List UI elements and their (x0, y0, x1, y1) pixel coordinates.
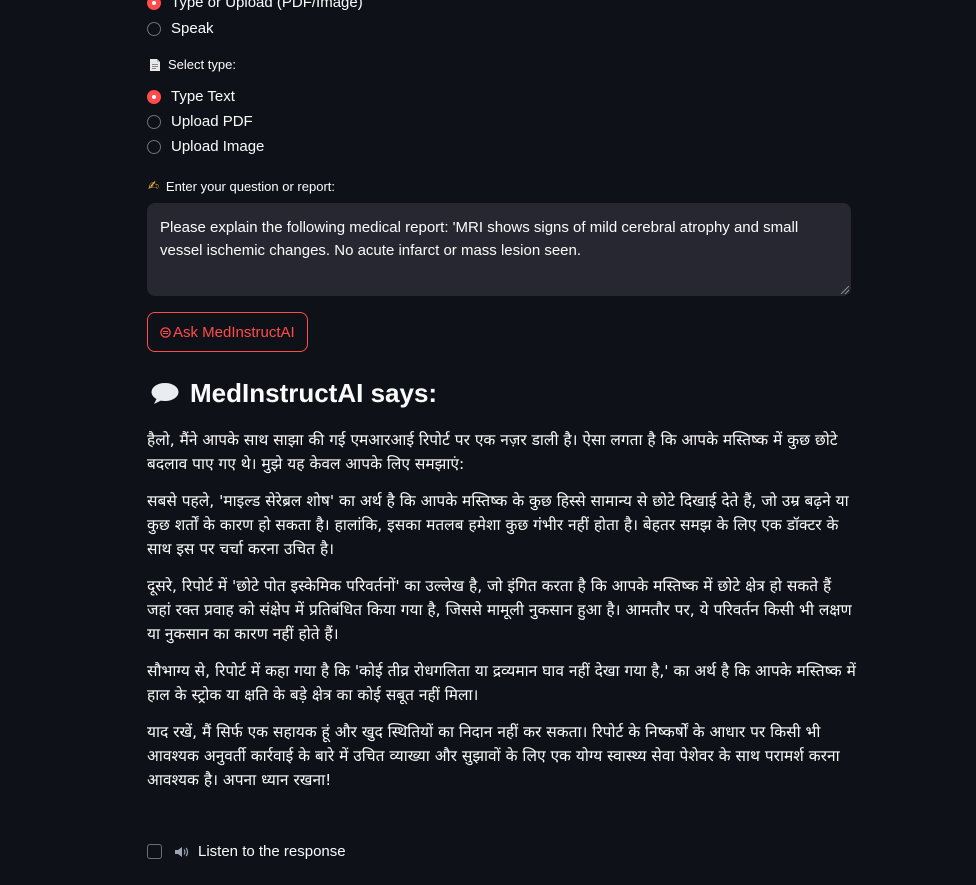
speech-bubble-icon (151, 382, 179, 404)
radio-label: Type or Upload (PDF/Image) (171, 0, 363, 11)
radio-label: Upload PDF (171, 113, 253, 130)
question-label: ✍ Enter your question or report: (148, 178, 335, 194)
select-type-radio-group: Type Text Upload PDF Upload Image (147, 84, 851, 159)
radio-option-upload-pdf[interactable]: Upload PDF (147, 109, 851, 134)
radio-option-upload-image[interactable]: Upload Image (147, 134, 851, 159)
radio-option-type-or-upload[interactable]: Type or Upload (PDF/Image) (147, 0, 851, 15)
response-heading-text: MedInstructAI says: (190, 378, 438, 408)
response-heading: MedInstructAI says: (150, 378, 437, 409)
radio-button[interactable] (147, 21, 161, 36)
app-main: Type or Upload (PDF/Image) Speak Select … (0, 0, 976, 885)
input-mode-radio-group: Type or Upload (PDF/Image) Speak (147, 0, 851, 41)
radio-label: Speak (171, 20, 214, 37)
radio-button-checked[interactable] (147, 0, 161, 10)
radio-button-checked[interactable] (147, 89, 161, 104)
radio-button[interactable] (147, 114, 161, 129)
response-paragraph: याद रखें, मैं सिर्फ एक सहायक हूं और खुद … (147, 723, 840, 789)
radio-option-type-text[interactable]: Type Text (147, 84, 851, 109)
question-text: Please explain the following medical rep… (160, 219, 799, 259)
radio-button[interactable] (147, 139, 161, 154)
speaker-icon (175, 846, 189, 857)
stethoscope-icon (160, 326, 171, 338)
listen-checkbox-row[interactable]: Listen to the response (147, 843, 346, 860)
ask-button-label: Ask MedInstructAI (173, 323, 295, 341)
resize-handle[interactable] (841, 286, 849, 294)
listen-label: Listen to the response (198, 843, 346, 860)
ask-medinstructai-button[interactable]: Ask MedInstructAI (147, 312, 308, 352)
response-body: हैलो, मैंने आपके साथ साझा की गई एमआरआई र… (147, 428, 859, 805)
response-paragraph: हैलो, मैंने आपके साथ साझा की गई एमआरआई र… (147, 431, 838, 473)
response-paragraph: दूसरे, रिपोर्ट में 'छोटे पोत इस्केमिक पर… (147, 577, 852, 643)
listen-checkbox[interactable] (147, 844, 162, 859)
question-label-text: Enter your question or report: (165, 178, 335, 194)
radio-label: Type Text (171, 88, 235, 105)
question-textarea[interactable]: Please explain the following medical rep… (147, 203, 851, 296)
response-paragraph: सौभाग्य से, रिपोर्ट में कहा गया है कि 'क… (147, 662, 856, 704)
radio-option-speak[interactable]: Speak (147, 16, 851, 41)
writing-hand-icon: ✍ (148, 178, 159, 193)
document-icon (150, 58, 160, 71)
select-type-text: Select type: (168, 57, 236, 72)
response-paragraph: सबसे पहले, 'माइल्ड सेरेब्रल शोष' का अर्थ… (147, 492, 849, 558)
radio-label: Upload Image (171, 138, 265, 155)
select-type-label: Select type: (149, 57, 236, 72)
